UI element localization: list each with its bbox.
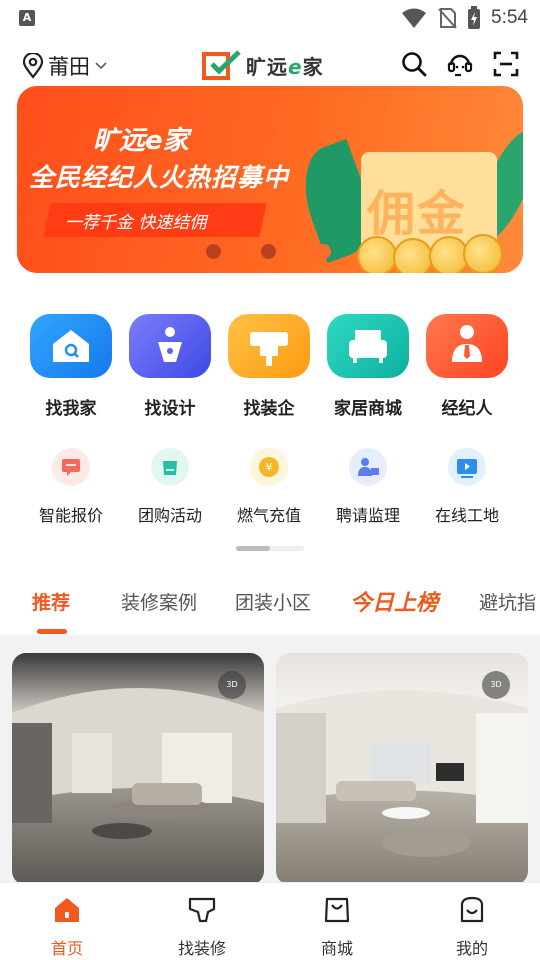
main-nav: 找我家 找设计 找装企 家居商城 经纪人 [0,314,540,424]
logo-text: 旷远e家 [246,54,324,79]
status-time: 5:54 [491,7,528,28]
nav-find-company[interactable]: 找装企 [219,314,319,419]
sub-nav-smart-quote[interactable]: 智能报价 [21,448,121,526]
bottom-tab-label: 找装修 [177,939,226,958]
quote-icon [52,448,90,486]
svg-text:¥: ¥ [266,461,273,474]
sub-nav-label: 聘请监理 [335,506,400,525]
carousel-indicator [206,244,331,259]
bottom-tab-label: 我的 [455,939,488,958]
bottom-tab-label: 商城 [320,939,353,958]
supervisor-icon [349,448,387,486]
nav-label: 找装企 [243,399,295,419]
banner-slogan: 一荐千金 快速结佣 [65,213,207,233]
tab-pitfall-guide[interactable]: 避坑指 [479,588,536,615]
nav-label: 家居商城 [334,399,402,419]
battery-charging-icon [468,6,481,29]
city-selector[interactable]: 莆田 [22,51,108,81]
nav-home-mall[interactable]: 家居商城 [318,314,418,419]
carousel-dot[interactable] [206,244,221,259]
city-label: 莆田 [48,55,90,79]
nav-scroll-indicator [236,546,304,551]
header-actions [400,50,520,78]
bottom-tab-find-renovation[interactable]: 找装修 [162,895,242,959]
sub-nav-label: 团购活动 [137,506,202,525]
gas-coin-icon: ¥ [250,448,288,486]
smile-bag-icon [460,896,484,923]
header: 莆田 旷远e家 [0,44,540,88]
group-buy-icon [151,448,189,486]
sub-nav-label: 燃气充值 [236,506,301,525]
sofa-icon [327,314,409,378]
agent-icon [426,314,508,378]
app-logo: 旷远e家 [202,50,324,80]
commission-text: 佣金 [367,186,468,242]
promo-banner[interactable]: 旷远e家 全民经纪人火热招募中 一荐千金 快速结佣 佣金 [17,86,523,273]
customer-service-icon[interactable] [446,50,474,78]
bottom-tab-label: 首页 [50,939,83,958]
paint-roller-icon [228,314,310,378]
status-bar: A 5:54 [0,0,540,36]
status-icons: 5:54 [401,6,528,30]
3d-badge: 3D [482,671,510,699]
bottom-tab-mall[interactable]: 商城 [297,895,377,959]
sub-nav-hire-supervisor[interactable]: 聘请监理 [318,448,418,526]
banner-headline: 全民经纪人火热招募中 [29,163,290,192]
case-card[interactable]: 3D [12,653,264,885]
logo-check-icon [202,50,241,80]
sub-nav-online-site[interactable]: 在线工地 [417,448,517,526]
sub-nav-gas-recharge[interactable]: ¥ 燃气充值 [219,448,319,526]
location-pin-icon [22,53,44,79]
nav-agent[interactable]: 经纪人 [417,314,517,419]
carousel-dot[interactable] [316,244,331,259]
video-site-icon [448,448,486,486]
tab-cases[interactable]: 装修案例 [121,588,197,615]
home-icon [55,898,79,922]
bottom-tab-home[interactable]: 首页 [27,895,107,959]
nav-label: 找设计 [144,399,196,419]
tab-group-community[interactable]: 团装小区 [235,588,311,615]
chevron-down-icon [95,62,107,70]
tab-recommend[interactable]: 推荐 [32,588,70,615]
scan-icon[interactable] [492,50,520,78]
coin-icon [357,236,397,273]
shirt-icon [188,897,216,923]
sub-nav-label: 智能报价 [38,506,103,525]
scroll-indicator-thumb [236,546,270,551]
wifi-icon [402,8,427,28]
no-sim-icon [438,8,457,29]
search-icon[interactable] [400,50,428,78]
coin-icon [393,238,433,273]
tab-today-ranking[interactable]: 今日上榜 [350,585,438,617]
nav-label: 找我家 [45,399,97,419]
3d-badge: 3D [218,671,246,699]
case-card[interactable]: 3D [276,653,528,885]
feed: 3D 3D [0,635,540,885]
shopping-bag-icon [324,897,350,923]
content-tabs: 推荐 装修案例 团装小区 今日上榜 避坑指 [0,580,540,634]
sub-nav-label: 在线工地 [434,506,499,525]
app-notification-icon: A [19,10,35,26]
bottom-tab-bar: 首页 找装修 商城 我的 [0,882,540,960]
sub-nav-group-buy[interactable]: 团购活动 [120,448,220,526]
house-search-icon [30,314,112,378]
nav-find-home[interactable]: 找我家 [21,314,121,419]
coin-icon [463,234,503,273]
pen-nib-icon [129,314,211,378]
banner-title: 旷远e家 [93,126,189,156]
nav-find-design[interactable]: 找设计 [120,314,220,419]
bottom-tab-mine[interactable]: 我的 [432,895,512,959]
tab-active-underline [37,629,67,634]
secondary-nav: 智能报价 团购活动 ¥ 燃气充值 聘请监理 在线工地 [0,448,540,528]
carousel-dot[interactable] [261,244,276,259]
nav-label: 经纪人 [441,399,493,419]
